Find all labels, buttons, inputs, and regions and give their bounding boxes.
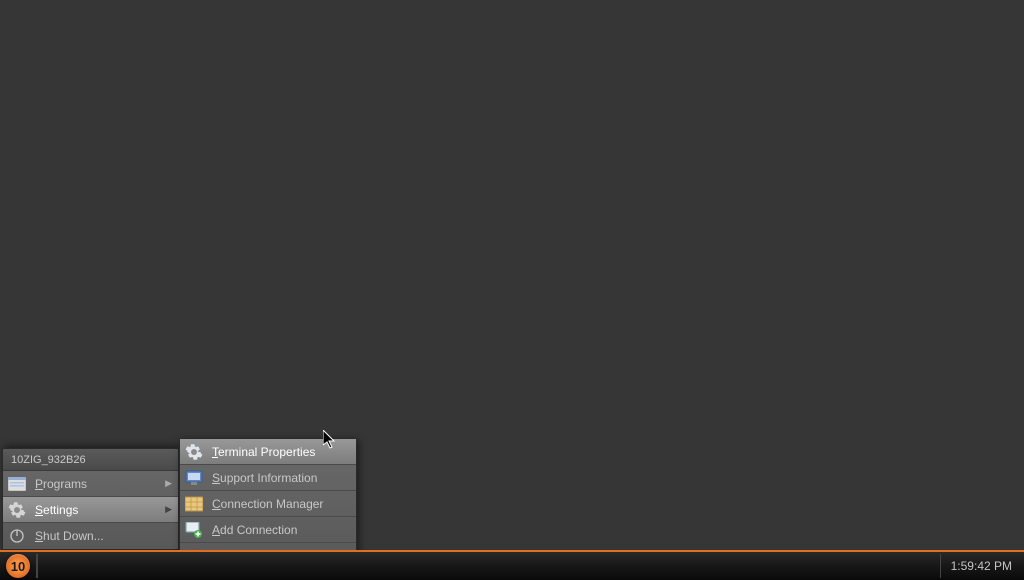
start-menu: 10ZIG_932B26 Programs ▶ Settings ▶ bbox=[2, 448, 179, 550]
menu-header-label: 10ZIG_932B26 bbox=[3, 449, 178, 471]
submenu-item-add-connection[interactable]: Add Connection bbox=[180, 517, 356, 543]
programs-icon bbox=[7, 474, 27, 494]
taskbar: 10 1:59:42 PM bbox=[0, 550, 1024, 580]
add-connection-icon bbox=[184, 520, 204, 540]
menu-item-programs[interactable]: Programs ▶ bbox=[3, 471, 178, 497]
submenu-item-terminal-properties[interactable]: Terminal Properties bbox=[180, 439, 356, 465]
submenu-item-support-info[interactable]: Support Information bbox=[180, 465, 356, 491]
gear-icon bbox=[184, 442, 204, 462]
connection-manager-icon bbox=[184, 494, 204, 514]
submenu-arrow-icon: ▶ bbox=[165, 504, 172, 515]
submenu-item-label: Support Information bbox=[212, 471, 317, 485]
menu-item-label: Shut Down... bbox=[35, 529, 104, 543]
submenu-item-label: Add Connection bbox=[212, 523, 297, 537]
monitor-info-icon bbox=[184, 468, 204, 488]
submenu-item-connection-manager[interactable]: Connection Manager bbox=[180, 491, 356, 517]
power-icon bbox=[7, 526, 27, 546]
menu-item-label: Settings bbox=[35, 503, 78, 517]
submenu-item-label: Connection Manager bbox=[212, 497, 323, 511]
start-button[interactable]: 10 bbox=[4, 553, 32, 579]
gear-icon bbox=[7, 500, 27, 520]
menu-item-settings[interactable]: Settings ▶ bbox=[3, 497, 178, 523]
submenu-item-label: Terminal Properties bbox=[212, 445, 315, 459]
start-logo-icon: 10 bbox=[6, 554, 30, 578]
submenu-arrow-icon: ▶ bbox=[165, 478, 172, 489]
menu-item-label: Programs bbox=[35, 477, 87, 491]
menu-item-shutdown[interactable]: Shut Down... bbox=[3, 523, 178, 549]
taskbar-clock[interactable]: 1:59:42 PM bbox=[940, 554, 1020, 578]
taskbar-separator bbox=[36, 554, 38, 578]
